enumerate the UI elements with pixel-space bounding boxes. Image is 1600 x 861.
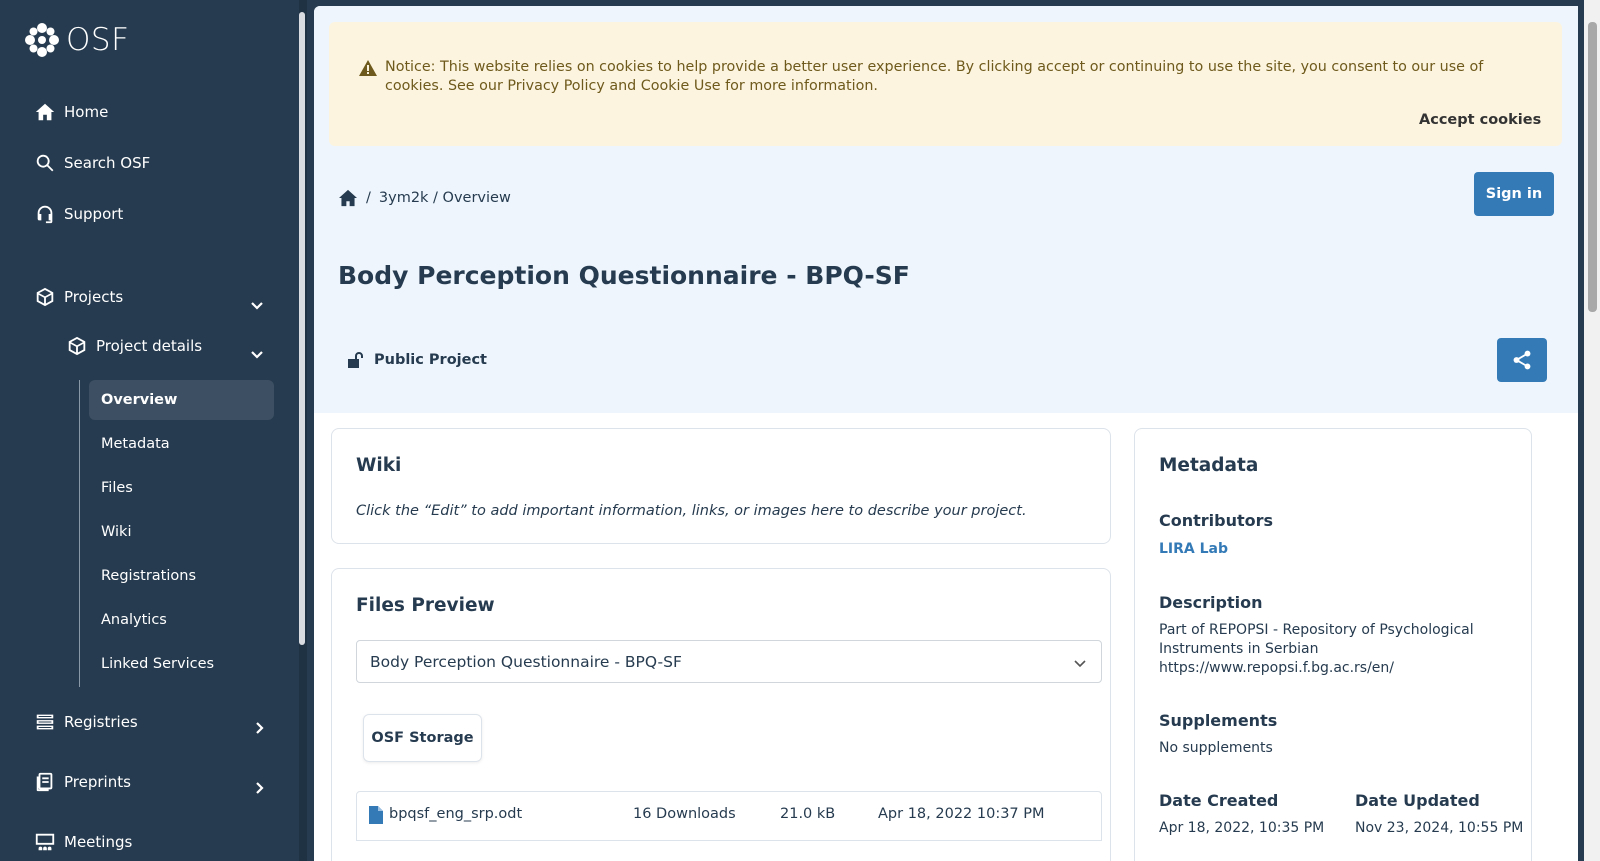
file-date: Apr 18, 2022 10:37 PM	[878, 806, 1045, 822]
submenu-divider	[79, 380, 80, 687]
nav-home-label: Home	[64, 103, 109, 121]
contributor-link[interactable]: LIRA Lab	[1159, 540, 1228, 559]
nav-project-details[interactable]: Project details	[66, 335, 202, 357]
share-button[interactable]	[1497, 338, 1547, 382]
cookie-notice-text: Notice: This website relies on cookies t…	[385, 59, 1484, 94]
cube-icon	[68, 336, 86, 356]
search-icon	[36, 154, 54, 172]
date-created-label: Date Created	[1159, 791, 1279, 810]
sidebar-item-files[interactable]: Files	[101, 480, 133, 496]
sidebar-scrollbar-thumb[interactable]	[299, 12, 305, 645]
wiki-heading: Wiki	[356, 455, 402, 476]
preprints-icon	[36, 772, 53, 792]
sidebar-item-registrations[interactable]: Registrations	[101, 568, 196, 584]
osf-storage-tab[interactable]: OSF Storage	[363, 714, 482, 762]
sidebar: OSF Home Search OSF Support Projects Pro…	[0, 0, 300, 861]
nav-search-label: Search OSF	[64, 154, 151, 172]
breadcrumb-path[interactable]: 3ym2k / Overview	[379, 190, 511, 206]
nav-project-details-label: Project details	[96, 337, 203, 355]
share-icon	[1513, 350, 1531, 370]
warning-icon	[359, 60, 377, 76]
description-label: Description	[1159, 593, 1263, 612]
logo-text: OSF	[66, 22, 130, 58]
project-details-chevron-down-icon[interactable]	[250, 346, 264, 360]
headset-icon	[37, 205, 53, 224]
files-preview-card: Files Preview Body Perception Questionna…	[331, 568, 1111, 861]
metadata-card: Metadata Contributors LIRA Lab Descripti…	[1134, 428, 1532, 861]
sidebar-item-wiki[interactable]: Wiki	[101, 524, 131, 540]
file-size: 21.0 kB	[780, 806, 836, 822]
description-line-3: https://www.repopsi.f.bg.ac.rs/en/	[1159, 660, 1395, 676]
nav-registries-label: Registries	[64, 713, 138, 731]
nav-support[interactable]: Support	[34, 203, 123, 225]
preprints-chevron-right-icon[interactable]	[252, 780, 266, 794]
sign-in-button[interactable]: Sign in	[1474, 172, 1554, 216]
projects-chevron-down-icon[interactable]	[250, 297, 264, 311]
page-title: Body Perception Questionnaire - BPQ-SF	[338, 261, 910, 290]
registries-chevron-right-icon[interactable]	[252, 720, 266, 734]
nav-search[interactable]: Search OSF	[34, 152, 150, 174]
project-header: Notice: This website relies on cookies t…	[314, 6, 1578, 413]
contributors-label: Contributors	[1159, 511, 1274, 530]
wiki-card: Wiki Click the “Edit” to add important i…	[331, 428, 1111, 544]
unlock-icon	[348, 352, 363, 368]
registries-icon	[36, 714, 54, 730]
date-updated-label: Date Updated	[1355, 791, 1480, 810]
meetings-icon	[35, 833, 55, 851]
nav-meetings[interactable]: Meetings	[34, 831, 132, 853]
cookie-notice: Notice: This website relies on cookies t…	[329, 22, 1562, 146]
accept-cookies-button[interactable]: Accept cookies	[1419, 112, 1541, 128]
public-project-badge: Public Project	[346, 351, 487, 369]
files-preview-heading: Files Preview	[356, 595, 495, 616]
date-updated-value: Nov 23, 2024, 10:55 PM	[1355, 820, 1524, 836]
home-icon[interactable]	[338, 189, 358, 207]
nav-projects[interactable]: Projects	[34, 286, 123, 308]
file-name[interactable]: bpqsf_eng_srp.odt	[389, 806, 522, 822]
nav-registries[interactable]: Registries	[34, 711, 138, 733]
main-content: Notice: This website relies on cookies t…	[314, 6, 1578, 861]
public-project-label: Public Project	[374, 352, 487, 368]
sidebar-item-analytics[interactable]: Analytics	[101, 612, 167, 628]
nav-support-label: Support	[64, 205, 124, 223]
description-line-2: Instruments in Serbian	[1159, 641, 1319, 657]
supplements-label: Supplements	[1159, 711, 1278, 730]
sidebar-item-metadata[interactable]: Metadata	[101, 436, 170, 452]
nav-preprints-label: Preprints	[64, 773, 131, 791]
date-created-value: Apr 18, 2022, 10:35 PM	[1159, 820, 1325, 836]
breadcrumb: / 3ym2k / Overview	[338, 189, 511, 207]
description-line-1: Part of REPOPSI - Repository of Psycholo…	[1159, 622, 1474, 638]
sidebar-item-overview[interactable]: Overview	[101, 392, 177, 408]
metadata-heading: Metadata	[1159, 455, 1259, 476]
project-select-value: Body Perception Questionnaire - BPQ-SF	[370, 653, 682, 671]
page-scrollbar-thumb[interactable]	[1588, 22, 1597, 312]
cube-icon	[36, 287, 54, 307]
nav-home[interactable]: Home	[34, 101, 108, 123]
project-select[interactable]: Body Perception Questionnaire - BPQ-SF	[356, 640, 1102, 683]
nav-preprints[interactable]: Preprints	[34, 771, 131, 793]
file-icon	[369, 806, 383, 824]
wiki-text: Click the “Edit” to add important inform…	[356, 503, 1027, 519]
nav-projects-label: Projects	[64, 288, 124, 306]
supplements-value: No supplements	[1159, 740, 1273, 756]
chevron-down-icon	[1074, 660, 1086, 668]
nav-meetings-label: Meetings	[64, 833, 133, 851]
home-icon	[35, 103, 55, 121]
osf-logo[interactable]: OSF	[24, 22, 129, 58]
file-downloads: 16 Downloads	[633, 806, 736, 822]
sidebar-item-linked-services[interactable]: Linked Services	[101, 656, 214, 672]
file-row[interactable]: bpqsf_eng_srp.odt 16 Downloads 21.0 kB A…	[356, 791, 1102, 841]
osf-logo-icon	[25, 23, 59, 57]
breadcrumb-separator: /	[366, 190, 371, 206]
